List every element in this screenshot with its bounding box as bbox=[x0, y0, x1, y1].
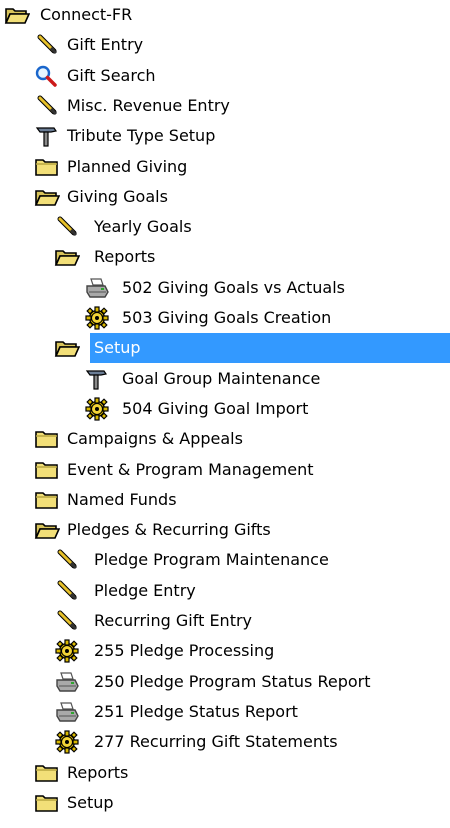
folder-closed-icon bbox=[34, 488, 60, 512]
pencil-icon bbox=[54, 548, 80, 572]
magnifier-icon bbox=[34, 64, 60, 88]
printer-icon bbox=[54, 700, 80, 724]
folder-closed-icon bbox=[34, 791, 60, 815]
tree-item[interactable]: Gift Search bbox=[0, 61, 450, 91]
tree-item-label: Goal Group Maintenance bbox=[122, 368, 321, 388]
folder-open-icon bbox=[54, 336, 80, 360]
tree-item-label: Gift Search bbox=[67, 65, 156, 85]
tree-item-label: Gift Entry bbox=[67, 35, 144, 55]
folder-closed-icon bbox=[34, 155, 60, 179]
folder-open-icon bbox=[4, 3, 30, 27]
tree-item[interactable]: Yearly Goals bbox=[0, 212, 450, 242]
tree-item-label: Reports bbox=[67, 762, 129, 782]
tree-item[interactable]: Pledge Program Maintenance bbox=[0, 545, 450, 575]
tree-item[interactable]: Pledge Entry bbox=[0, 576, 450, 606]
tree-item[interactable]: Setup bbox=[0, 788, 450, 818]
tree-item-label: Recurring Gift Entry bbox=[94, 611, 253, 630]
tree-item-label: Yearly Goals bbox=[94, 217, 192, 237]
tree-item[interactable]: 251 Pledge Status Report bbox=[0, 697, 450, 727]
tree-item[interactable]: Setup bbox=[0, 333, 450, 364]
tree-item[interactable]: 502 Giving Goals vs Actuals bbox=[0, 273, 450, 303]
tree-item-label: Pledges & Recurring Gifts bbox=[67, 520, 271, 540]
tree-item-label: 504 Giving Goal Import bbox=[122, 398, 309, 418]
folder-closed-icon bbox=[34, 427, 60, 451]
gear-icon bbox=[54, 639, 80, 663]
folder-open-icon bbox=[54, 245, 80, 269]
folder-closed-icon bbox=[34, 458, 60, 482]
tree-item-label: Setup bbox=[90, 333, 450, 364]
tree-item-label: 255 Pledge Processing bbox=[94, 641, 275, 661]
tree-item[interactable]: 277 Recurring Gift Statements bbox=[0, 727, 450, 757]
tree-item-label: Connect-FR bbox=[40, 5, 133, 24]
tree-item[interactable]: 503 Giving Goals Creation bbox=[0, 303, 450, 333]
tree-item-label: 250 Pledge Program Status Report bbox=[94, 671, 371, 691]
tree-item[interactable]: Planned Giving bbox=[0, 152, 450, 182]
pencil-icon bbox=[34, 94, 60, 118]
tree-item-label: Campaigns & Appeals bbox=[67, 429, 243, 449]
tree-item-label: 251 Pledge Status Report bbox=[94, 701, 298, 721]
printer-icon bbox=[84, 276, 110, 300]
tree-item[interactable]: Campaigns & Appeals bbox=[0, 424, 450, 454]
tree-item[interactable]: Reports bbox=[0, 758, 450, 788]
navigation-tree: Connect-FR Gift Entry Gift Search Misc. … bbox=[0, 0, 450, 828]
tree-item-label: 503 Giving Goals Creation bbox=[122, 308, 332, 327]
pencil-icon bbox=[54, 579, 80, 603]
tree-item[interactable]: Goal Group Maintenance bbox=[0, 364, 450, 394]
pencil-icon bbox=[54, 609, 80, 633]
tree-item[interactable]: Recurring Gift Entry bbox=[0, 606, 450, 636]
tree-item[interactable]: 250 Pledge Program Status Report bbox=[0, 667, 450, 697]
tree-item-label: 502 Giving Goals vs Actuals bbox=[122, 277, 345, 297]
tree-item-label: Setup bbox=[67, 792, 114, 812]
tree-item[interactable]: Pledges & Recurring Gifts bbox=[0, 515, 450, 545]
folder-open-icon bbox=[34, 518, 60, 542]
tree-item-label: Planned Giving bbox=[67, 156, 188, 176]
tree-item-label: Reports bbox=[94, 247, 156, 267]
tree-item-label: Event & Program Management bbox=[67, 459, 314, 479]
tree-item-label: Giving Goals bbox=[67, 186, 168, 206]
tree-item[interactable]: Event & Program Management bbox=[0, 455, 450, 485]
tree-item-label: 277 Recurring Gift Statements bbox=[94, 732, 338, 752]
tree-item-label: Tribute Type Setup bbox=[67, 126, 216, 146]
tree-item[interactable]: Gift Entry bbox=[0, 30, 450, 60]
gear-icon bbox=[54, 730, 80, 754]
gear-icon bbox=[84, 306, 110, 330]
tree-item[interactable]: Named Funds bbox=[0, 485, 450, 515]
tree-item-label: Pledge Entry bbox=[94, 580, 196, 600]
tree-item[interactable]: Tribute Type Setup bbox=[0, 121, 450, 151]
tree-item-label: Named Funds bbox=[67, 489, 177, 509]
tree-item[interactable]: Misc. Revenue Entry bbox=[0, 91, 450, 121]
tree-item[interactable]: 504 Giving Goal Import bbox=[0, 394, 450, 424]
tree-item[interactable]: Reports bbox=[0, 242, 450, 272]
hammer-icon bbox=[84, 367, 110, 391]
folder-open-icon bbox=[34, 185, 60, 209]
tree-item-label: Misc. Revenue Entry bbox=[67, 95, 230, 115]
printer-icon bbox=[54, 670, 80, 694]
tree-item-label: Pledge Program Maintenance bbox=[94, 550, 329, 570]
folder-closed-icon bbox=[34, 761, 60, 785]
hammer-icon bbox=[34, 124, 60, 148]
tree-item[interactable]: Giving Goals bbox=[0, 182, 450, 212]
tree-item[interactable]: Connect-FR bbox=[0, 0, 450, 30]
pencil-icon bbox=[34, 33, 60, 57]
gear-icon bbox=[84, 397, 110, 421]
pencil-icon bbox=[54, 215, 80, 239]
tree-item[interactable]: 255 Pledge Processing bbox=[0, 636, 450, 666]
